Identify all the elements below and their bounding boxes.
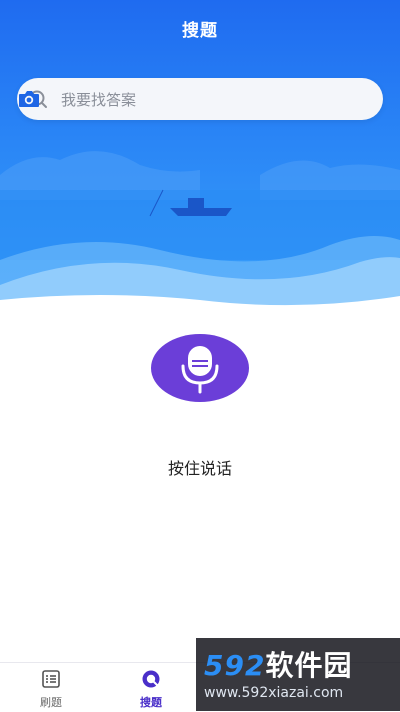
camera-icon[interactable] [17,88,41,110]
tab-search[interactable]: 搜题 [121,663,181,712]
microphone-icon [181,346,219,394]
search-bar[interactable]: 我要找答案 [17,78,383,120]
watermark-brand-text: 软件园 [265,649,353,682]
hold-to-speak-label: 按住说话 [167,459,232,478]
hero-banner: 搜题 我要找答案 [0,0,400,320]
tab-practice[interactable]: 刷题 [21,663,81,712]
list-icon [42,670,60,688]
watermark-url: www.592xiazai.com [204,685,344,701]
tab-practice-label: 刷题 [40,696,62,709]
watermark: 592软件园 www.592xiazai.com [196,638,400,711]
search-input[interactable]: 我要找答案 [61,89,136,110]
voice-record-button[interactable] [151,334,249,402]
watermark-brand: 592软件园 [204,644,352,684]
tab-search-label: 搜题 [140,696,162,709]
search-tab-icon [142,670,160,688]
watermark-brand-number: 592 [204,649,266,682]
page-title: 搜题 [182,21,218,41]
landscape-illustration [0,151,400,320]
